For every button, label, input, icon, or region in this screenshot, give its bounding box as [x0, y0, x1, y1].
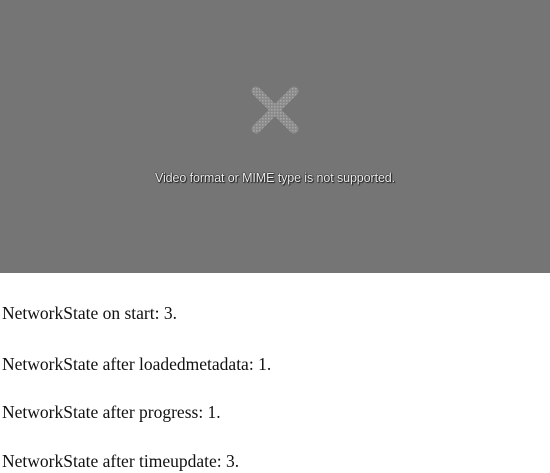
log-line-progress: NetworkState after progress: 1. — [2, 402, 221, 422]
log-line-start: NetworkState on start: 3. — [2, 303, 177, 323]
log-line-timeupdate: NetworkState after timeupdate: 3. — [2, 451, 240, 471]
video-player[interactable]: Video format or MIME type is not support… — [0, 0, 550, 273]
video-error-message: Video format or MIME type is not support… — [154, 171, 396, 185]
log-line-loadedmetadata: NetworkState after loadedmetadata: 1. — [2, 354, 272, 374]
x-icon — [251, 86, 299, 134]
